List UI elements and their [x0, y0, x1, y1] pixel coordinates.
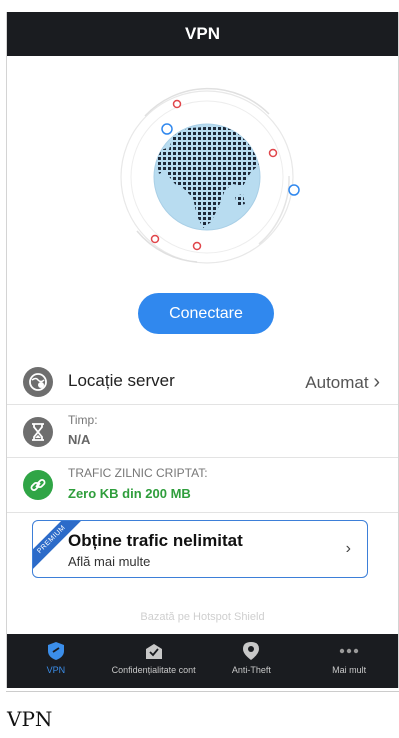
tab-label: Mai mult	[332, 665, 367, 675]
chevron-right-icon: ›	[345, 540, 351, 557]
tab-label: VPN	[46, 665, 66, 675]
header-bar: VPN	[7, 12, 398, 56]
traffic-row: TRAFIC ZILNIC CRIPTAT: Zero KB din 200 M…	[7, 458, 398, 513]
tab-label: Anti-Theft	[231, 665, 271, 675]
vpn-hero: Conectare	[7, 56, 398, 359]
server-node-red	[172, 99, 182, 109]
traffic-label: TRAFIC ZILNIC CRIPTAT:	[68, 466, 208, 480]
server-node-blue	[161, 123, 173, 135]
app-frame: VPN Conectare Locație server Automat › T…	[6, 12, 399, 688]
shield-icon	[47, 642, 64, 660]
promo-title: Obține trafic nelimitat	[68, 531, 243, 550]
hourglass-icon	[23, 417, 53, 447]
location-pin-icon	[243, 642, 260, 660]
tab-more[interactable]: Mai mult	[300, 634, 398, 688]
envelope-check-icon	[145, 644, 162, 659]
unlimited-traffic-banner[interactable]: PREMIUM Obține trafic nelimitat Află mai…	[32, 520, 368, 578]
time-row: Timp: N/A	[7, 405, 398, 458]
bottom-tab-bar: VPN Confidențialitate cont Anti-Theft Ma…	[7, 634, 398, 688]
powered-by-text: Bazată pe Hotspot Shield	[140, 611, 265, 623]
time-label: Timp:	[68, 413, 98, 427]
more-dots-icon	[339, 648, 359, 654]
tab-account-privacy[interactable]: Confidențialitate cont	[105, 634, 203, 688]
connect-button[interactable]: Conectare	[138, 293, 274, 334]
globe-location-icon	[23, 367, 53, 397]
divider	[6, 691, 399, 692]
server-node-red	[150, 234, 160, 244]
page-title: VPN	[185, 24, 220, 43]
server-node-red	[268, 148, 278, 158]
server-location-value: Automat ›	[305, 371, 380, 393]
link-icon	[23, 470, 53, 500]
server-node-blue	[288, 184, 300, 196]
server-location-row[interactable]: Locație server Automat ›	[7, 359, 398, 405]
server-location-label: Locație server	[68, 371, 175, 390]
time-value: N/A	[68, 432, 91, 447]
promo-section: PREMIUM Obține trafic nelimitat Află mai…	[7, 513, 398, 646]
tab-anti-theft[interactable]: Anti-Theft	[203, 634, 301, 688]
server-node-red	[192, 241, 202, 251]
page-caption: VPN	[7, 707, 53, 731]
tab-vpn[interactable]: VPN	[7, 634, 105, 688]
tab-label: Confidențialitate cont	[111, 665, 196, 675]
traffic-value: Zero KB din 200 MB	[68, 486, 191, 501]
promo-subtitle: Află mai multe	[68, 554, 151, 569]
chevron-right-icon: ›	[373, 371, 380, 393]
